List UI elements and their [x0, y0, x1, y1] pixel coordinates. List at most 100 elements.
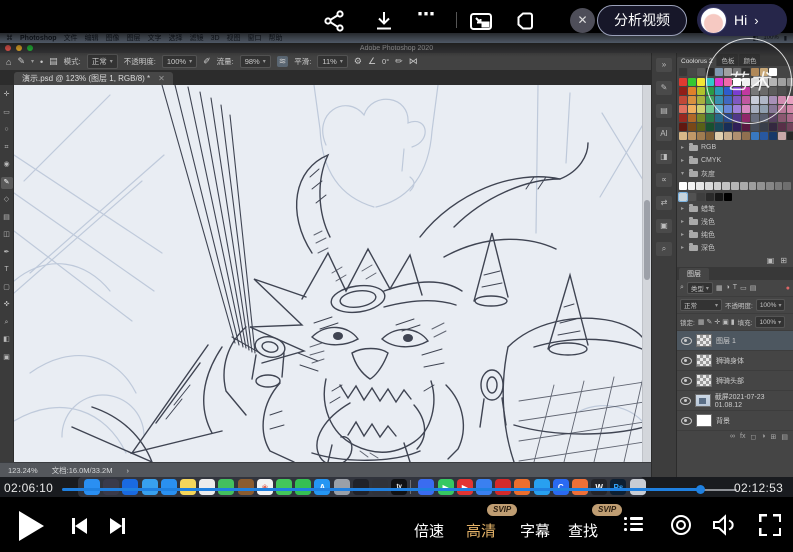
fullscreen-icon[interactable]: [759, 514, 781, 536]
menu-item-11[interactable]: 帮助: [269, 33, 283, 43]
stamp-tool-icon[interactable]: ◇: [1, 194, 13, 206]
canvas-scrollbar[interactable]: [642, 85, 651, 462]
swatch[interactable]: [679, 68, 687, 76]
menu-item-8[interactable]: 3D: [211, 35, 220, 42]
swatch[interactable]: [766, 182, 774, 190]
layer-thumbnail[interactable]: [696, 334, 712, 347]
more-icon[interactable]: ⋯: [417, 4, 436, 25]
mode-select[interactable]: 正常▾: [87, 54, 118, 69]
swatch[interactable]: [787, 114, 793, 122]
layer-thumbnail[interactable]: [696, 374, 712, 387]
menu-item-6[interactable]: 选择: [169, 33, 183, 43]
swatch[interactable]: [751, 123, 759, 131]
share-icon[interactable]: [322, 9, 346, 38]
swatch[interactable]: [714, 182, 722, 190]
filter-shape-icon[interactable]: ▭: [740, 284, 747, 292]
pip-icon[interactable]: [468, 9, 494, 38]
subtitle-button[interactable]: 字幕: [520, 520, 550, 541]
swatch-group-纯色[interactable]: ▸纯色: [677, 228, 793, 241]
swatch[interactable]: [679, 96, 687, 104]
swatch[interactable]: [697, 123, 705, 131]
swatch[interactable]: [724, 132, 732, 140]
swatch[interactable]: [778, 123, 786, 131]
dock-facetime-icon[interactable]: [295, 479, 311, 495]
swatch[interactable]: [706, 193, 714, 201]
swatch[interactable]: [688, 87, 696, 95]
swatch[interactable]: [688, 78, 696, 86]
swatch[interactable]: [705, 182, 713, 190]
menu-item-1[interactable]: 文件: [64, 33, 78, 43]
swatch[interactable]: [679, 132, 687, 140]
filter-pixel-icon[interactable]: ▦: [716, 284, 723, 292]
visibility-toggle[interactable]: [680, 397, 691, 405]
swatch[interactable]: [724, 193, 732, 201]
collapse-panels-icon[interactable]: »: [656, 58, 672, 72]
new-layer-icon[interactable]: ⊞: [771, 433, 777, 441]
flow-select[interactable]: 98%▾: [240, 55, 271, 68]
swatch[interactable]: [706, 114, 714, 122]
filter-toggle-icon[interactable]: ●: [786, 285, 790, 292]
dock-app-orange-icon[interactable]: [514, 479, 530, 495]
record-icon[interactable]: [671, 515, 691, 535]
lock-artboard-icon[interactable]: ▣: [722, 318, 729, 326]
lock-transparent-icon[interactable]: ▦: [698, 318, 705, 326]
dock-reminders-icon[interactable]: [199, 479, 215, 495]
swatch[interactable]: [697, 78, 705, 86]
lock-position-icon[interactable]: ✛: [714, 318, 720, 326]
dock-finder-icon[interactable]: [84, 479, 100, 495]
swatch[interactable]: [688, 132, 696, 140]
dock-books-icon[interactable]: [238, 479, 254, 495]
menu-item-0[interactable]: Photoshop: [20, 35, 57, 42]
panel-toggle-icon[interactable]: ▤: [49, 56, 58, 67]
eyedropper-tool-icon[interactable]: ◉: [1, 159, 13, 171]
swatch[interactable]: [706, 132, 714, 140]
crop-tool-icon[interactable]: ⌗: [1, 142, 13, 154]
zoom-tool-icon[interactable]: ⌕: [1, 317, 13, 329]
close-icon[interactable]: ✕: [570, 8, 595, 33]
dock-qq-icon[interactable]: [534, 479, 550, 495]
tab-layers[interactable]: 图层: [679, 268, 709, 280]
notes-icon[interactable]: ▣: [656, 219, 672, 233]
swatch[interactable]: [742, 132, 750, 140]
swatch[interactable]: [679, 87, 687, 95]
dock-launchpad-icon[interactable]: [103, 479, 119, 495]
swatch[interactable]: [733, 132, 741, 140]
airbrush-icon[interactable]: ≋: [277, 56, 289, 67]
swatch[interactable]: [787, 105, 793, 113]
swap-icon[interactable]: ⇄: [656, 196, 672, 210]
dock-maps-icon[interactable]: [218, 479, 234, 495]
swatch-group-深色[interactable]: ▸深色: [677, 241, 793, 254]
swatch[interactable]: [697, 193, 705, 201]
zoom-level[interactable]: 123.24%: [8, 466, 38, 475]
swatch[interactable]: [679, 123, 687, 131]
lock-all-icon[interactable]: ▮: [731, 318, 735, 326]
find-button[interactable]: 查找: [568, 520, 598, 541]
filter-type-icon[interactable]: T: [733, 284, 737, 292]
dock-video-green-icon[interactable]: ▶: [438, 479, 454, 495]
search-icon[interactable]: ⌕: [656, 242, 672, 256]
pressure-opacity-icon[interactable]: ✐: [203, 56, 211, 67]
type-tool-icon[interactable]: T: [1, 264, 13, 276]
scrollbar-thumb[interactable]: [644, 200, 650, 280]
dock-apple-tv-icon[interactable]: tv: [391, 479, 407, 495]
next-button[interactable]: [110, 518, 125, 534]
swatch[interactable]: [697, 87, 705, 95]
swatch[interactable]: [697, 114, 705, 122]
swatch[interactable]: [715, 123, 723, 131]
swatch[interactable]: [715, 114, 723, 122]
swatch-group-RGB[interactable]: ▸RGB: [677, 141, 793, 154]
properties-icon[interactable]: ◨: [656, 150, 672, 164]
eraser-tool-icon[interactable]: ◫: [1, 229, 13, 241]
widget-icon[interactable]: [514, 9, 538, 38]
swatch[interactable]: [697, 68, 705, 76]
pen-tool-icon[interactable]: ✒: [1, 247, 13, 259]
dock-app-c-icon[interactable]: C: [553, 479, 569, 495]
swatch[interactable]: [787, 123, 793, 131]
swatch[interactable]: [688, 123, 696, 131]
swatch[interactable]: [760, 123, 768, 131]
swatch[interactable]: [731, 182, 739, 190]
document-tab[interactable]: 演示.psd @ 123% (图层 1, RGB/8) *✕: [14, 72, 173, 85]
swatch[interactable]: [679, 78, 687, 86]
layer-mask-icon[interactable]: ◻: [750, 433, 756, 441]
search-icon[interactable]: ⌕: [680, 284, 684, 292]
